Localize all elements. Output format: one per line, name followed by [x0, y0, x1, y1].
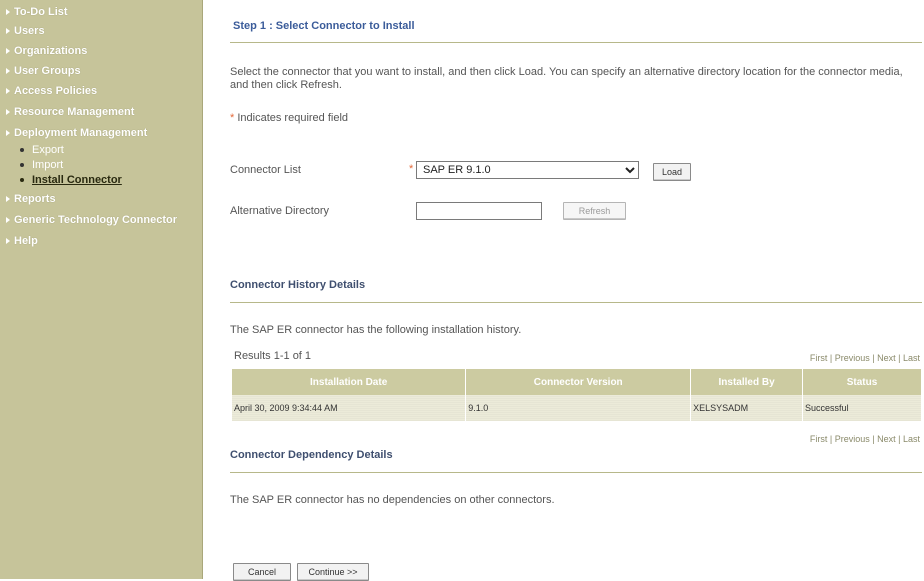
sidebar-item-label: Access Policies: [14, 85, 98, 97]
required-field-text: Indicates required field: [237, 112, 349, 124]
sidebar: To-Do List Users Organizations User Grou…: [0, 0, 203, 579]
caret-right-icon: [6, 48, 10, 54]
sidebar-item-help[interactable]: Help: [6, 235, 38, 247]
sidebar-item-deployment-management[interactable]: Deployment Management: [6, 127, 147, 139]
caret-right-icon: [6, 88, 10, 94]
sidebar-item-label: Resource Management: [14, 106, 135, 118]
pager-first-link[interactable]: First: [810, 353, 828, 363]
sidebar-item-label: Reports: [14, 193, 56, 205]
sidebar-item-users[interactable]: Users: [6, 25, 45, 37]
pager-separator: |: [827, 434, 835, 444]
required-star: *: [230, 112, 235, 124]
cell-status: Successful: [802, 395, 922, 421]
table-header-row: Installation Date Connector Version Inst…: [232, 369, 922, 395]
caret-right-icon: [6, 196, 10, 202]
sidebar-item-organizations[interactable]: Organizations: [6, 45, 87, 57]
required-star: *: [409, 163, 414, 175]
pagination-top: First | Previous | Next | Last: [810, 353, 920, 363]
sidebar-item-reports[interactable]: Reports: [6, 193, 56, 205]
cancel-button[interactable]: Cancel: [233, 563, 291, 581]
sidebar-subitem-label: Export: [32, 144, 64, 156]
sidebar-item-label: User Groups: [14, 65, 81, 77]
col-header-connector-version[interactable]: Connector Version: [465, 369, 692, 395]
history-table: Installation Date Connector Version Inst…: [232, 369, 922, 421]
caret-right-icon: [6, 68, 10, 74]
sidebar-item-generic-technology-connector[interactable]: Generic Technology Connector: [6, 214, 177, 226]
caret-right-icon: [6, 28, 10, 34]
refresh-button[interactable]: Refresh: [563, 202, 626, 220]
section-divider: [230, 472, 922, 473]
load-button[interactable]: Load: [653, 163, 692, 181]
pagination-bottom: First | Previous | Next | Last: [810, 434, 920, 444]
bullet-icon: [20, 163, 24, 167]
pager-next-link[interactable]: Next: [877, 353, 896, 363]
cell-installed-by: XELSYSADM: [690, 395, 804, 421]
section-divider: [230, 42, 922, 43]
alternative-directory-label: Alternative Directory: [230, 205, 330, 217]
col-header-installation-date[interactable]: Installation Date: [232, 369, 467, 395]
pager-first-link[interactable]: First: [810, 434, 828, 444]
sidebar-item-label: Generic Technology Connector: [14, 214, 177, 226]
history-description: The SAP ER connector has the following i…: [230, 324, 522, 336]
caret-right-icon: [6, 130, 10, 136]
sidebar-item-label: Organizations: [14, 45, 88, 57]
table-row: April 30, 2009 9:34:44 AM 9.1.0 XELSYSAD…: [232, 395, 922, 421]
bullet-icon: [20, 148, 24, 152]
sidebar-subitem-import[interactable]: Import: [20, 159, 63, 171]
sidebar-item-label: To-Do List: [14, 6, 68, 18]
connector-list-label: Connector List: [230, 164, 301, 176]
caret-right-icon: [6, 217, 10, 223]
continue-button[interactable]: Continue >>: [297, 563, 369, 581]
section-divider: [230, 302, 922, 303]
pager-separator: |: [827, 353, 835, 363]
pager-separator: |: [895, 434, 903, 444]
sidebar-item-access-policies[interactable]: Access Policies: [6, 85, 97, 97]
sidebar-item-user-groups[interactable]: User Groups: [6, 65, 81, 77]
cell-connector-version: 9.1.0: [465, 395, 692, 421]
col-header-status[interactable]: Status: [802, 369, 922, 395]
results-count: Results 1-1 of 1: [234, 350, 312, 362]
sidebar-item-todo-list[interactable]: To-Do List: [6, 6, 68, 18]
sidebar-item-label: Help: [14, 235, 38, 247]
connector-list-select[interactable]: SAP ER 9.1.0: [416, 161, 639, 179]
alternative-directory-input[interactable]: [416, 202, 542, 220]
caret-right-icon: [6, 109, 10, 115]
sidebar-subitem-export[interactable]: Export: [20, 144, 64, 156]
pager-last-link[interactable]: Last: [903, 434, 920, 444]
sidebar-item-label: Deployment Management: [14, 127, 148, 139]
instructions-text: Select the connector that you want to in…: [230, 66, 903, 91]
pager-previous-link[interactable]: Previous: [835, 353, 870, 363]
step-title: Step 1 : Select Connector to Install: [233, 20, 415, 32]
pager-separator: |: [895, 353, 903, 363]
sidebar-subitem-label: Install Connector: [32, 174, 122, 186]
sidebar-item-label: Users: [14, 25, 45, 37]
bullet-icon: [20, 178, 24, 182]
caret-right-icon: [6, 9, 10, 15]
required-field-note: * Indicates required field: [230, 112, 348, 125]
sidebar-subitem-install-connector[interactable]: Install Connector: [20, 174, 122, 186]
pager-last-link[interactable]: Last: [903, 353, 920, 363]
caret-right-icon: [6, 238, 10, 244]
pager-previous-link[interactable]: Previous: [835, 434, 870, 444]
pager-next-link[interactable]: Next: [877, 434, 896, 444]
sidebar-item-resource-management[interactable]: Resource Management: [6, 106, 134, 118]
dependency-description: The SAP ER connector has no dependencies…: [230, 494, 555, 506]
cell-installation-date: April 30, 2009 9:34:44 AM: [232, 395, 467, 421]
sidebar-subitem-label: Import: [32, 159, 64, 171]
history-section-title: Connector History Details: [230, 279, 366, 291]
col-header-installed-by[interactable]: Installed By: [690, 369, 804, 395]
dependency-section-title: Connector Dependency Details: [230, 449, 393, 461]
